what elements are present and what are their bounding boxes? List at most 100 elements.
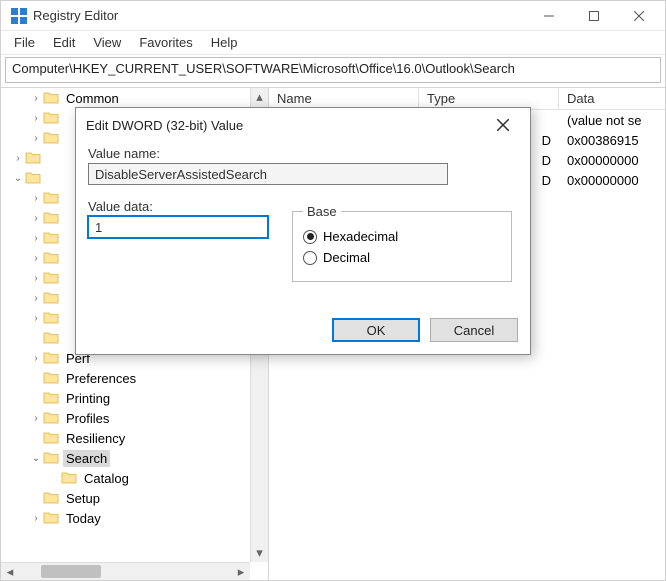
tree-item-label: Setup <box>63 490 103 507</box>
window-titlebar: Registry Editor <box>1 1 665 31</box>
base-legend: Base <box>303 204 341 219</box>
folder-icon <box>43 251 59 265</box>
tree-item[interactable]: Setup <box>1 488 250 508</box>
scroll-thumb-h[interactable] <box>41 565 101 578</box>
col-data[interactable]: Data <box>559 88 665 109</box>
tree-item[interactable]: Catalog <box>1 468 250 488</box>
tree-item-label: Resiliency <box>63 430 128 447</box>
tree-item[interactable]: Resiliency <box>1 428 250 448</box>
chevron-right-icon[interactable]: › <box>29 293 43 304</box>
regedit-icon <box>11 8 27 24</box>
tree-item[interactable]: Preferences <box>1 368 250 388</box>
menubar: File Edit View Favorites Help <box>1 31 665 55</box>
scroll-up-icon[interactable]: ▴ <box>251 88 268 106</box>
value-data-field[interactable] <box>88 216 268 238</box>
chevron-right-icon[interactable]: › <box>11 153 25 164</box>
dialog-buttons: OK Cancel <box>76 318 530 354</box>
col-type[interactable]: Type <box>419 88 559 109</box>
menu-file[interactable]: File <box>5 32 44 53</box>
dialog-body: Value name: Value data: Base Hexadecimal… <box>76 142 530 318</box>
menu-favorites[interactable]: Favorites <box>130 32 201 53</box>
scroll-right-icon[interactable]: ▸ <box>232 563 250 580</box>
tree-item-label: Search <box>63 450 110 467</box>
folder-icon <box>43 111 59 125</box>
folder-icon <box>43 511 59 525</box>
chevron-right-icon[interactable]: › <box>29 233 43 244</box>
radio-hex-label: Hexadecimal <box>323 229 398 244</box>
tree-item[interactable]: ›Common <box>1 88 250 108</box>
menu-help[interactable]: Help <box>202 32 247 53</box>
ok-button[interactable]: OK <box>332 318 420 342</box>
folder-icon <box>43 351 59 365</box>
tree-item-label: Preferences <box>63 370 139 387</box>
chevron-right-icon[interactable]: › <box>29 193 43 204</box>
folder-icon <box>43 291 59 305</box>
chevron-right-icon[interactable]: › <box>29 133 43 144</box>
chevron-right-icon[interactable]: › <box>29 93 43 104</box>
chevron-right-icon[interactable]: › <box>29 213 43 224</box>
chevron-right-icon[interactable]: › <box>29 273 43 284</box>
close-button[interactable] <box>616 1 661 30</box>
tree-item-label <box>63 297 69 299</box>
edit-dword-dialog: Edit DWORD (32-bit) Value Value name: Va… <box>75 107 531 355</box>
radio-hex-icon[interactable] <box>303 230 317 244</box>
folder-icon <box>43 431 59 445</box>
tree-item-label <box>63 237 69 239</box>
radio-dec-icon[interactable] <box>303 251 317 265</box>
folder-icon <box>25 171 41 185</box>
tree-item-label: Printing <box>63 390 113 407</box>
tree-item-label <box>63 197 69 199</box>
folder-icon <box>43 271 59 285</box>
tree-horizontal-scrollbar[interactable]: ◂ ▸ <box>1 562 250 580</box>
folder-icon <box>43 211 59 225</box>
chevron-right-icon[interactable]: › <box>29 113 43 124</box>
chevron-down-icon[interactable]: ⌄ <box>11 173 25 184</box>
dialog-titlebar: Edit DWORD (32-bit) Value <box>76 108 530 142</box>
chevron-down-icon[interactable]: ⌄ <box>29 453 43 464</box>
scroll-down-icon[interactable]: ▾ <box>251 544 268 562</box>
tree-item[interactable]: Printing <box>1 388 250 408</box>
folder-icon <box>43 371 59 385</box>
cell-data: 0x00386915 <box>559 133 665 148</box>
tree-item-label <box>63 277 69 279</box>
tree-item[interactable]: ⌄ Search <box>1 448 250 468</box>
tree-item-label: Today <box>63 510 104 527</box>
tree-item-label <box>63 117 69 119</box>
cancel-button[interactable]: Cancel <box>430 318 518 342</box>
tree-item[interactable]: › Today <box>1 508 250 528</box>
folder-icon <box>43 451 59 465</box>
radio-decimal[interactable]: Decimal <box>303 250 501 265</box>
folder-icon <box>43 491 59 505</box>
tree-item-label <box>63 137 69 139</box>
chevron-right-icon[interactable]: › <box>29 253 43 264</box>
chevron-right-icon[interactable]: › <box>29 353 43 364</box>
tree-item-label <box>63 217 69 219</box>
menu-edit[interactable]: Edit <box>44 32 84 53</box>
tree-item-label <box>45 177 51 179</box>
tree-item-label <box>63 317 69 319</box>
scroll-left-icon[interactable]: ◂ <box>1 563 19 580</box>
radio-hexadecimal[interactable]: Hexadecimal <box>303 229 501 244</box>
chevron-right-icon[interactable]: › <box>29 413 43 424</box>
window-title: Registry Editor <box>33 8 526 23</box>
chevron-right-icon[interactable]: › <box>29 313 43 324</box>
tree-item-label: Catalog <box>81 470 132 487</box>
chevron-right-icon[interactable]: › <box>29 513 43 524</box>
folder-icon <box>43 91 59 105</box>
maximize-button[interactable] <box>571 1 616 30</box>
folder-icon <box>25 151 41 165</box>
value-name-field[interactable] <box>88 163 448 185</box>
minimize-button[interactable] <box>526 1 571 30</box>
base-fieldset: Base Hexadecimal Decimal <box>292 204 512 282</box>
folder-icon <box>43 411 59 425</box>
address-bar[interactable]: Computer\HKEY_CURRENT_USER\SOFTWARE\Micr… <box>5 57 661 83</box>
dialog-close-button[interactable] <box>486 108 520 142</box>
tree-item-label <box>45 157 51 159</box>
tree-item[interactable]: ›Profiles <box>1 408 250 428</box>
tree-item-label <box>63 257 69 259</box>
menu-view[interactable]: View <box>84 32 130 53</box>
cell-data: 0x00000000 <box>559 173 665 188</box>
folder-icon <box>43 331 59 345</box>
col-name[interactable]: Name <box>269 88 419 109</box>
folder-icon <box>43 391 59 405</box>
